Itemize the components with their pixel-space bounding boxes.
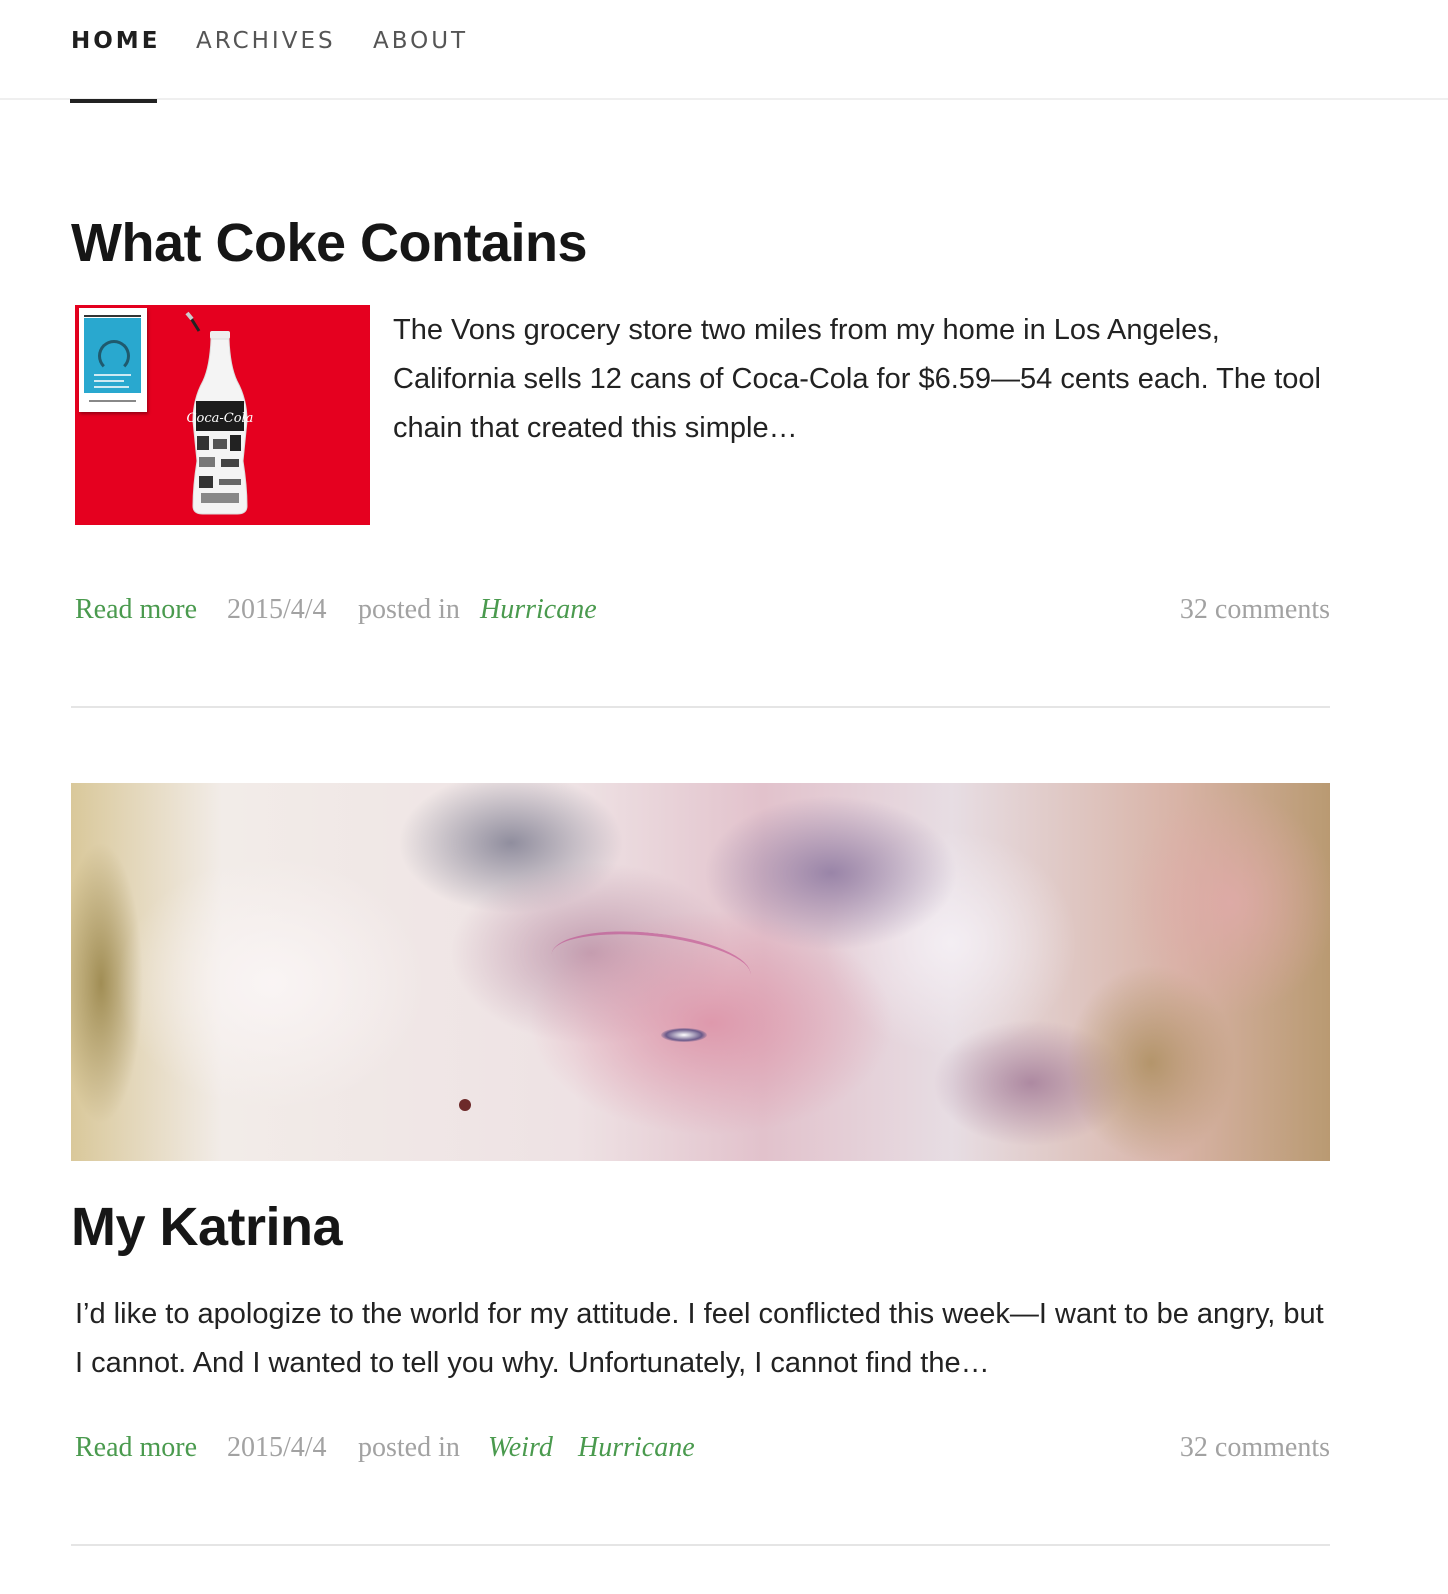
comments-link[interactable]: 32 comments: [1180, 594, 1330, 626]
category-link[interactable]: Hurricane: [480, 594, 597, 626]
svg-text:Coca-Cola: Coca-Cola: [187, 411, 254, 426]
post-meta: Read more 2015/4/4 posted in Weird Hurri…: [75, 1432, 1330, 1472]
post-title[interactable]: My Katrina: [71, 1196, 343, 1258]
post-meta: Read more 2015/4/4 posted in Hurricane 3…: [75, 594, 1330, 634]
post-excerpt: The Vons grocery store two miles from my…: [393, 314, 1321, 444]
nav-about[interactable]: ABOUT: [373, 28, 468, 54]
category-link-weird[interactable]: Weird: [488, 1432, 553, 1464]
posted-in-label: posted in: [358, 1432, 460, 1463]
read-more-link[interactable]: Read more: [75, 1432, 197, 1464]
post-date: 2015/4/4: [227, 594, 327, 625]
nav-archives[interactable]: ARCHIVES: [196, 28, 336, 54]
post-title[interactable]: What Coke Contains: [71, 212, 588, 274]
post-thumbnail[interactable]: Coca-Cola: [75, 305, 370, 525]
read-more-link[interactable]: Read more: [75, 594, 197, 626]
post-excerpt: I’d like to apologize to the world for m…: [75, 1298, 1324, 1379]
posted-in-label: posted in: [358, 594, 460, 625]
nav-active-indicator: [70, 99, 157, 103]
post-date: 2015/4/4: [227, 1432, 327, 1463]
nav-home[interactable]: HOME: [71, 28, 160, 54]
coca-cola-bottle-icon: Coca-Cola: [185, 311, 254, 515]
category-link-hurricane[interactable]: Hurricane: [578, 1432, 695, 1464]
comments-link[interactable]: 32 comments: [1180, 1432, 1330, 1464]
book-cover-image: [79, 308, 147, 412]
top-navigation: HOME ARCHIVES ABOUT: [0, 0, 1448, 103]
post-divider: [71, 1544, 1330, 1546]
post-hero-image[interactable]: [71, 783, 1330, 1161]
post-divider: [71, 706, 1330, 708]
